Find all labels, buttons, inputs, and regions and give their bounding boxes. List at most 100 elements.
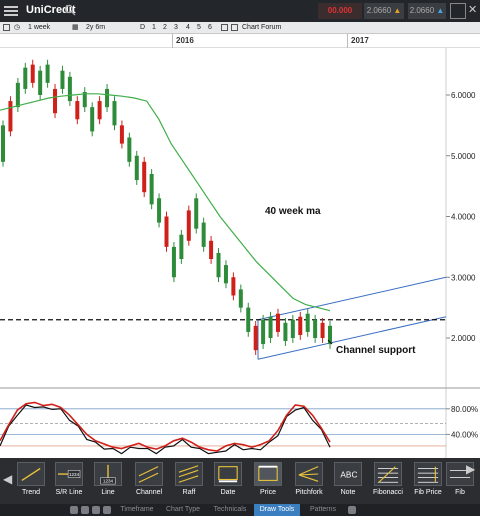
tool-pitchfork[interactable]: Pitchfork <box>289 462 329 502</box>
candle-body <box>283 322 288 342</box>
tab-technicals[interactable]: Technicals <box>207 504 253 516</box>
main-pane <box>0 48 480 388</box>
tool-label: Fib <box>455 489 465 496</box>
tool-label: Channel <box>135 489 163 496</box>
period-3[interactable]: 3 <box>174 23 178 33</box>
period-2[interactable]: 2 <box>163 23 167 33</box>
tab-draw-tools[interactable]: Draw Tools <box>254 504 300 516</box>
tab-timeframe[interactable]: Timeframe <box>115 504 159 516</box>
period-6[interactable]: 6 <box>208 23 212 33</box>
candle-body <box>112 101 117 126</box>
y-tick-label: 5.0000 <box>451 152 476 161</box>
period-d[interactable]: D <box>140 23 145 33</box>
clock-icon[interactable]: ◷ <box>14 23 20 33</box>
tool-label: Note <box>340 489 356 496</box>
tool-label: Pitchfork <box>295 489 323 496</box>
candle-body <box>67 76 72 102</box>
trend-tool-icon <box>17 462 45 486</box>
osc-main-line <box>0 401 331 452</box>
candle-body <box>231 277 236 296</box>
line-value-text: 1234 <box>103 479 114 484</box>
quote-2-value: 2.0660 <box>409 6 435 15</box>
fib-price-tool-icon <box>414 462 442 486</box>
chart-app: UniCredit 00.000 2.0660 ▲ 2.0660 ▲ ✕ ◷ 1… <box>0 0 480 516</box>
price-chart[interactable]: 6.0000 5.0000 4.0000 3.0000 2.0000 40 week ma… <box>0 48 480 458</box>
candle-body <box>216 252 221 278</box>
candle-body <box>164 216 169 247</box>
fibonacci-tool-icon <box>374 462 402 486</box>
tab-chart-type[interactable]: Chart Type <box>160 504 206 516</box>
flame-icon: ▲ <box>436 6 445 15</box>
candle-body <box>275 313 280 332</box>
candle-body <box>201 222 206 247</box>
sell-price-button[interactable]: 00.000 <box>318 3 362 19</box>
candle-body <box>119 125 124 144</box>
share-icon[interactable] <box>231 24 238 31</box>
candle-body <box>45 64 50 83</box>
period-5[interactable]: 5 <box>197 23 201 33</box>
period-4[interactable]: 4 <box>186 23 190 33</box>
flame-icon: ▲ <box>393 6 402 15</box>
candle-body <box>223 265 228 284</box>
candle-body <box>313 319 318 338</box>
tool-raff[interactable]: Raff <box>169 462 209 502</box>
tool-label: Raff <box>182 489 196 496</box>
candle-body <box>320 322 325 338</box>
annotation-channel: Channel support <box>336 345 416 356</box>
candle-body <box>127 137 132 162</box>
tab-patterns[interactable]: Patterns <box>301 504 345 516</box>
tool-fibonacci[interactable]: Fibonacci <box>368 462 408 502</box>
tool-sr-line[interactable]: 1234 S/R Line <box>49 462 89 502</box>
year-divider <box>347 34 348 48</box>
eye-icon[interactable] <box>92 506 100 514</box>
candle-body <box>209 240 214 260</box>
chart-forum-link[interactable]: Chart Forum <box>242 23 281 33</box>
tool-price[interactable]: Price <box>248 462 288 502</box>
candle-body <box>105 88 110 108</box>
more-icon[interactable] <box>348 506 356 514</box>
grid-icon[interactable] <box>3 24 10 31</box>
period-1[interactable]: 1 <box>152 23 156 33</box>
tool-label: Trend <box>21 489 41 496</box>
hamburger-menu-icon[interactable] <box>4 4 18 18</box>
candle-body <box>179 234 184 260</box>
tool-trend[interactable]: Trend <box>11 462 51 502</box>
price-tool-icon <box>254 462 282 486</box>
pen-icon[interactable] <box>70 506 78 514</box>
candle-body <box>53 88 58 114</box>
date-tool-icon <box>214 462 242 486</box>
tool-label: S/R Line <box>55 489 83 496</box>
tool-channel[interactable]: Channel <box>129 462 169 502</box>
raff-tool-icon <box>175 462 203 486</box>
range-icon[interactable]: ▦ <box>72 23 79 33</box>
close-icon[interactable]: ✕ <box>468 3 477 16</box>
tool-line[interactable]: 1234 Line <box>88 462 128 502</box>
candle-body <box>38 70 43 95</box>
y-tick-label: 4.0000 <box>451 213 476 222</box>
search-icon[interactable] <box>64 4 76 16</box>
quote-price-2[interactable]: 2.0660 ▲ <box>408 3 446 19</box>
candle-body <box>246 307 251 332</box>
draw-tools-bar: ◀ Trend 1234 S/R Line 1234 Line Channel … <box>0 458 480 504</box>
tool-note[interactable]: ABC Note <box>328 462 368 502</box>
trash-icon[interactable] <box>81 506 89 514</box>
note-text: ABC <box>340 471 357 480</box>
scroll-right-icon[interactable]: ▶ <box>466 462 475 476</box>
osc-y-tick-label: 80.00% <box>451 405 478 414</box>
interval-select[interactable]: 1 week <box>28 23 50 33</box>
candle-body <box>8 101 13 132</box>
quote-price-1[interactable]: 2.0660 ▲ <box>364 3 404 19</box>
candle-body <box>238 289 243 308</box>
range-select[interactable]: 2y 6m <box>86 23 105 33</box>
settings-icon[interactable] <box>221 24 228 31</box>
y-tick-label: 6.0000 <box>451 91 476 100</box>
lock-icon[interactable] <box>103 506 111 514</box>
tool-label: Date <box>220 489 236 496</box>
tool-date[interactable]: Date <box>208 462 248 502</box>
candle-body <box>30 64 35 83</box>
expand-icon[interactable] <box>450 3 466 19</box>
bottom-tabs: Timeframe Chart Type Technicals Draw Too… <box>0 504 480 516</box>
osc-y-tick-label: 40.00% <box>451 430 478 439</box>
candle-body <box>60 70 65 89</box>
tool-label: Fibonacci <box>373 489 403 496</box>
